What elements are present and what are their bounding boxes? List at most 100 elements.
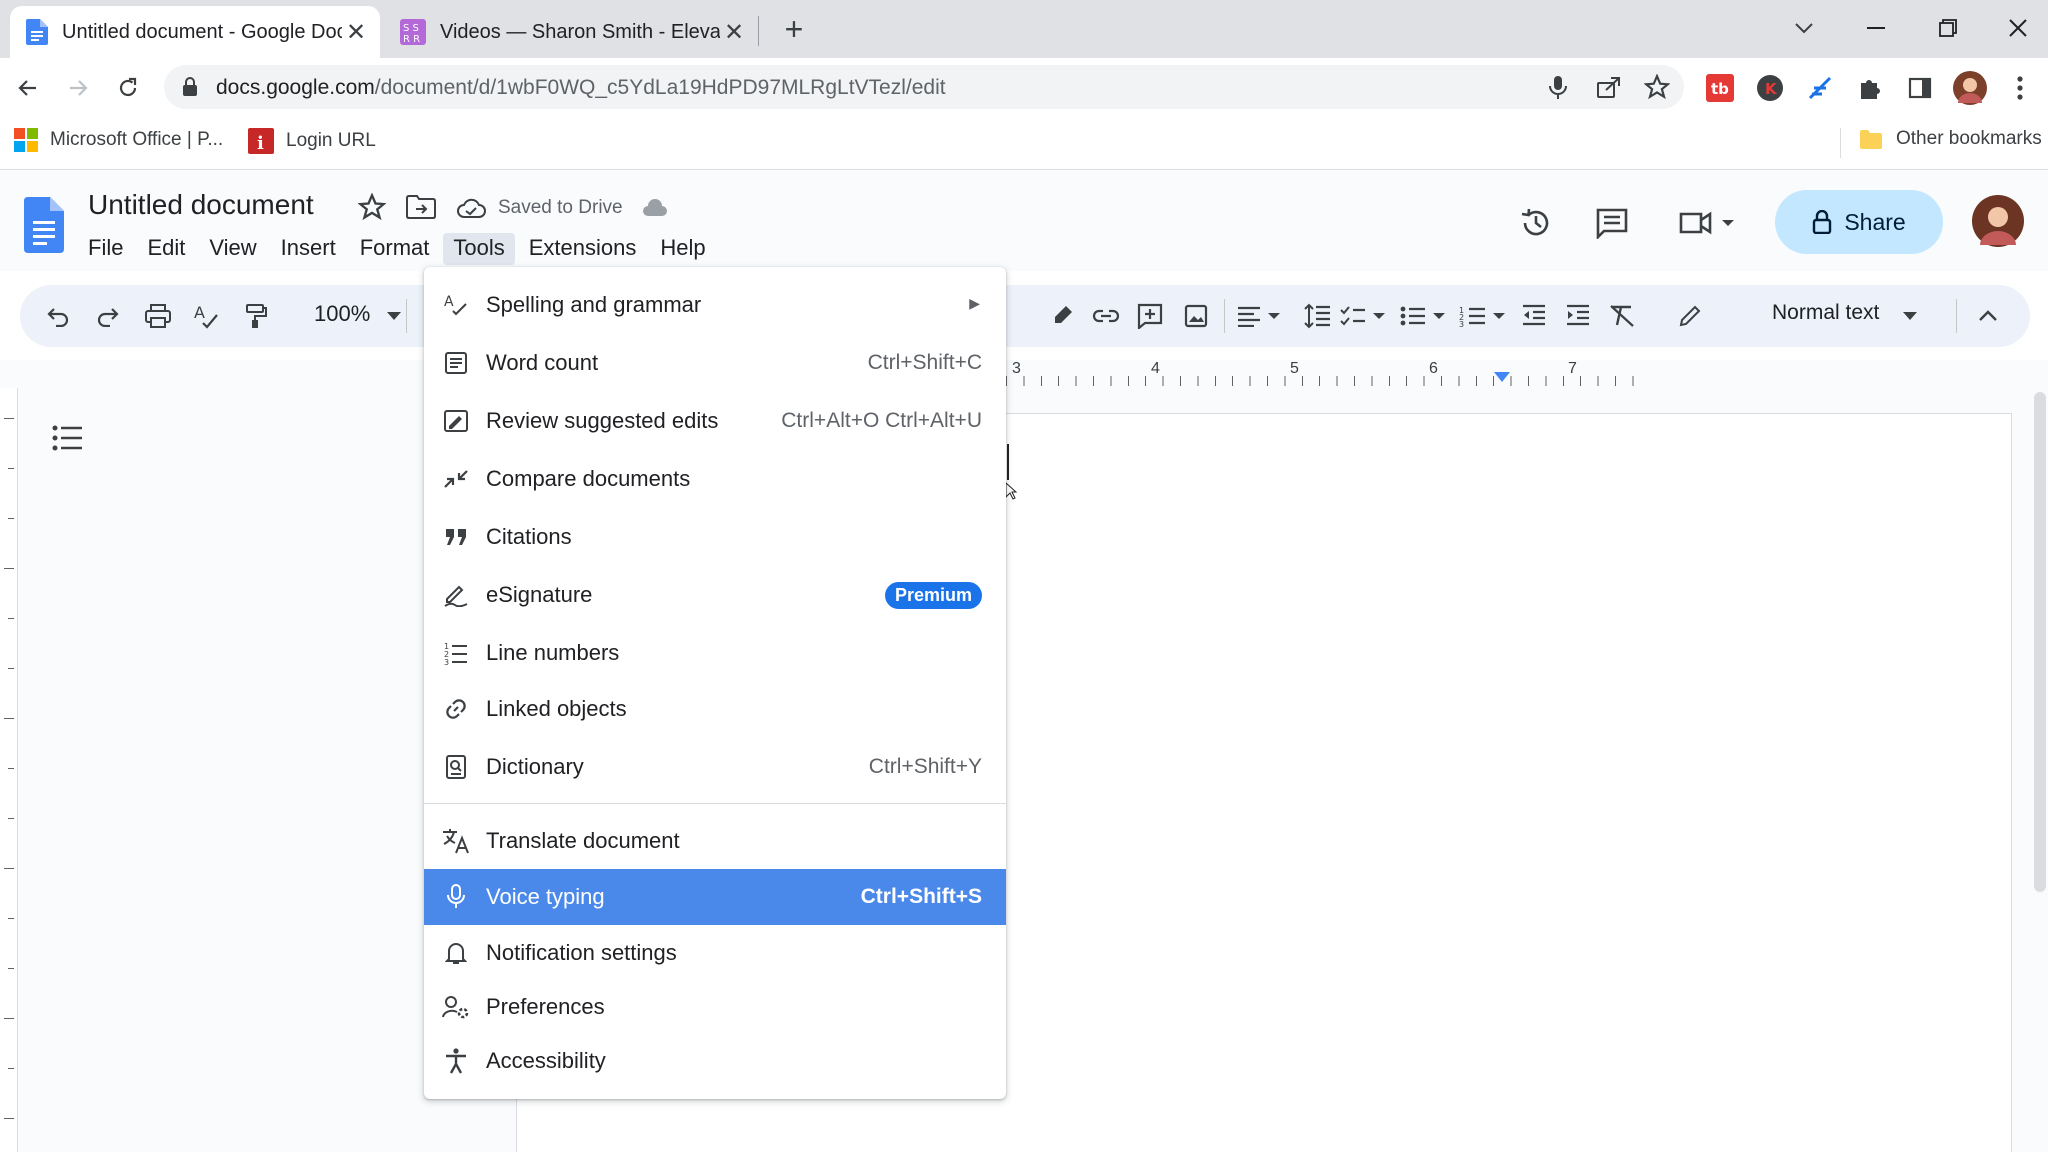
menu-item-linked-objects[interactable]: Linked objects [424, 681, 1006, 737]
microphone-icon[interactable] [1548, 75, 1568, 101]
extension-quill-icon[interactable] [1800, 68, 1840, 108]
forward-icon[interactable] [58, 68, 98, 108]
bookmark-label: Login URL [286, 130, 376, 151]
toolbar-divider [1956, 299, 1957, 333]
menu-tools[interactable]: Tools [443, 233, 515, 265]
right-indent-marker-icon[interactable] [1494, 372, 1510, 382]
profile-avatar[interactable] [1950, 68, 1990, 108]
tab-videos[interactable]: S SR R Videos — Sharon Smith - Elevatir … [388, 6, 758, 58]
menu-item-label: eSignature [486, 582, 593, 607]
menu-item-esignature[interactable]: eSignature Premium [424, 567, 1006, 623]
other-bookmarks[interactable]: Other bookmarks [1860, 128, 2042, 150]
comments-icon[interactable] [1590, 201, 1634, 245]
menu-item-line-numbers[interactable]: 123 Line numbers [424, 625, 1006, 681]
decrease-indent-icon[interactable] [1516, 298, 1552, 334]
menu-item-review-suggested-edits[interactable]: Review suggested edits Ctrl+Alt+O Ctrl+A… [424, 393, 1006, 449]
menu-file[interactable]: File [78, 233, 133, 265]
align-left-icon[interactable] [1232, 298, 1290, 334]
insert-link-icon[interactable] [1088, 298, 1124, 334]
menu-item-word-count[interactable]: Word count Ctrl+Shift+C [424, 335, 1006, 391]
bulleted-list-icon[interactable] [1396, 298, 1454, 334]
lock-icon[interactable] [182, 77, 198, 97]
document-title[interactable]: Untitled document [88, 189, 314, 221]
menu-item-label: Word count [486, 350, 599, 375]
menu-item-shortcut: Ctrl+Shift+Y [868, 755, 982, 778]
address-bar[interactable]: docs.google.com/document/d/1wbF0WQ_c5YdL… [164, 65, 1684, 109]
svg-text:i: i [257, 133, 264, 154]
paragraph-style-select[interactable]: Normal text [1772, 301, 1879, 325]
menu-item-translate-document[interactable]: Translate document [424, 813, 1006, 869]
tab-google-docs[interactable]: Untitled document - Google Doc ✕ [10, 6, 380, 58]
highlight-pen-icon[interactable] [1044, 298, 1080, 334]
new-tab-icon[interactable]: + [776, 12, 812, 48]
style-dropdown-icon[interactable] [1892, 298, 1928, 334]
bookmark-star-icon[interactable] [1644, 74, 1670, 100]
menu-extensions[interactable]: Extensions [519, 233, 647, 265]
meet-video-icon[interactable] [1676, 201, 1740, 245]
zoom-select[interactable]: 100% [314, 301, 370, 327]
tab-title: Untitled document - Google Doc [62, 20, 342, 43]
checklist-icon[interactable] [1336, 298, 1394, 334]
star-icon[interactable] [358, 193, 386, 221]
google-docs-logo-icon[interactable] [24, 197, 64, 253]
menu-view[interactable]: View [199, 233, 266, 265]
info-favicon-icon: i [248, 128, 274, 154]
close-tab-icon[interactable]: ✕ [342, 18, 370, 46]
close-tab-icon[interactable]: ✕ [720, 18, 748, 46]
editing-mode-pencil-icon[interactable] [1672, 298, 1708, 334]
share-page-icon[interactable] [1596, 75, 1622, 99]
scrollbar[interactable] [2034, 392, 2046, 892]
menu-item-voice-typing[interactable]: Voice typing Ctrl+Shift+S [424, 869, 1006, 925]
menu-insert[interactable]: Insert [271, 233, 346, 265]
spellcheck-icon[interactable]: A [188, 298, 224, 334]
offline-cloud-icon[interactable] [642, 199, 668, 217]
print-icon[interactable] [140, 298, 176, 334]
menu-separator [424, 803, 1006, 804]
tab-search-chevron-icon[interactable] [1776, 8, 1832, 48]
menu-item-compare-documents[interactable]: Compare documents [424, 451, 1006, 507]
redo-icon[interactable] [90, 298, 126, 334]
account-avatar[interactable] [1972, 195, 2024, 247]
minimize-icon[interactable] [1848, 8, 1904, 48]
browser-menu-kebab-icon[interactable] [2000, 68, 2040, 108]
url-text: docs.google.com/document/d/1wbF0WQ_c5YdL… [216, 76, 946, 100]
menu-item-preferences[interactable]: Preferences [424, 979, 1006, 1035]
extension-k-icon[interactable]: K [1750, 68, 1790, 108]
extensions-puzzle-icon[interactable] [1850, 68, 1890, 108]
restore-icon[interactable] [1920, 8, 1976, 48]
insert-image-icon[interactable] [1178, 298, 1214, 334]
menu-item-dictionary[interactable]: Dictionary Ctrl+Shift+Y [424, 739, 1006, 795]
reload-icon[interactable] [108, 68, 148, 108]
menu-item-accessibility[interactable]: Accessibility [424, 1033, 1006, 1089]
increase-indent-icon[interactable] [1560, 298, 1596, 334]
undo-icon[interactable] [40, 298, 76, 334]
folder-icon [1860, 129, 1882, 149]
line-spacing-icon[interactable] [1300, 298, 1336, 334]
menu-format[interactable]: Format [350, 233, 440, 265]
browser-toolbar: docs.google.com/document/d/1wbF0WQ_c5YdL… [0, 58, 2048, 116]
side-panel-icon[interactable] [1900, 68, 1940, 108]
preferences-icon [442, 993, 470, 1021]
menu-item-spelling-and-grammar[interactable]: A Spelling and grammar ▶ [424, 277, 1006, 333]
tab-divider [758, 16, 759, 46]
cloud-saved-icon[interactable] [456, 197, 486, 219]
extension-tb-icon[interactable]: tb [1700, 68, 1740, 108]
numbered-list-icon[interactable]: 123 [1456, 298, 1514, 334]
menu-help[interactable]: Help [650, 233, 715, 265]
menu-item-label: Translate document [486, 828, 680, 853]
paint-format-icon[interactable] [238, 298, 274, 334]
add-comment-icon[interactable] [1132, 298, 1168, 334]
bookmark-microsoft-office[interactable]: Microsoft Office | P... [14, 128, 223, 152]
close-window-icon[interactable] [1990, 8, 2046, 48]
menu-edit[interactable]: Edit [137, 233, 195, 265]
bookmark-login-url[interactable]: i Login URL [248, 128, 376, 154]
version-history-icon[interactable] [1514, 201, 1558, 245]
menu-item-notification-settings[interactable]: Notification settings [424, 925, 1006, 981]
move-folder-icon[interactable] [406, 195, 436, 219]
back-icon[interactable] [8, 68, 48, 108]
document-outline-icon[interactable] [52, 424, 92, 464]
menu-item-citations[interactable]: Citations [424, 509, 1006, 565]
collapse-menus-chevron-icon[interactable] [1970, 298, 2006, 334]
clear-formatting-icon[interactable] [1604, 298, 1640, 334]
share-button[interactable]: Share [1775, 190, 1943, 254]
